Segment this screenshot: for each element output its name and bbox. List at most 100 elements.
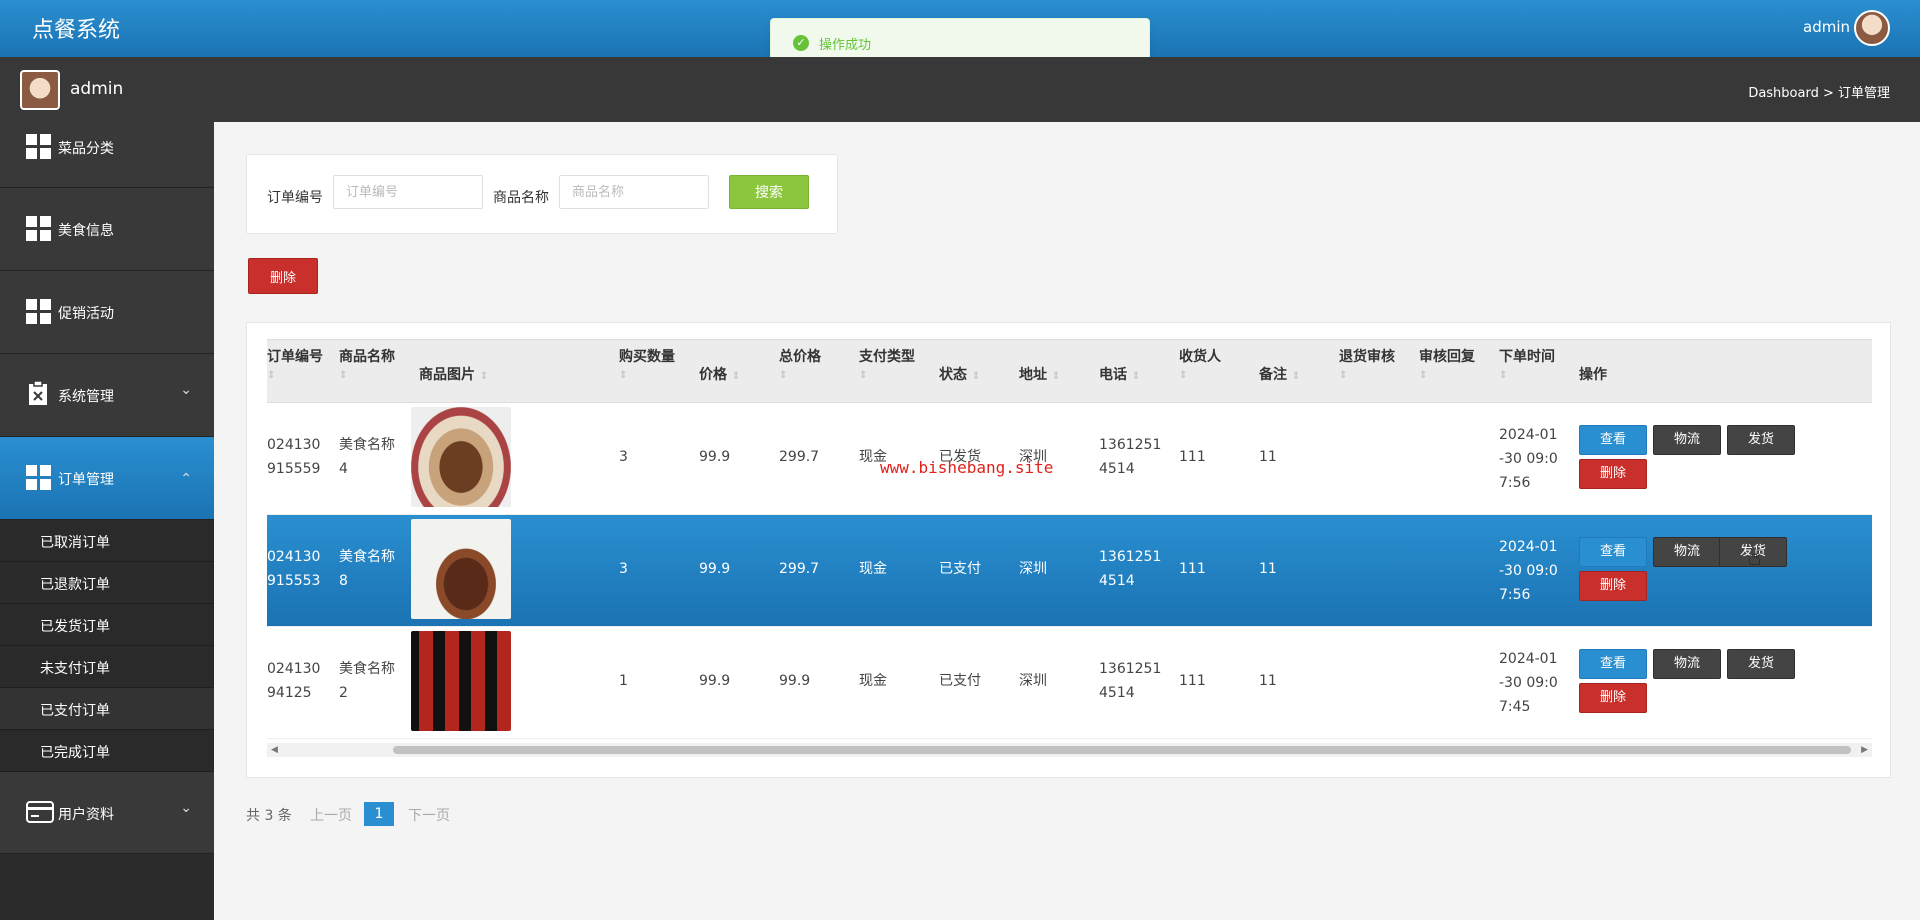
sidebar-subitem-unpaid[interactable]: 未支付订单: [0, 646, 214, 688]
view-button[interactable]: 查看: [1579, 649, 1647, 679]
chevron-down-icon: ⌄: [180, 382, 192, 398]
col-receiver[interactable]: 收货人 ⇕: [1179, 346, 1221, 382]
price-cell: 99.9: [699, 673, 731, 689]
sidebar-subitem-cancelled[interactable]: 已取消订单: [0, 520, 214, 562]
view-button[interactable]: 查看: [1579, 537, 1647, 567]
sidebar-username: admin: [70, 79, 124, 99]
goods-name-cell: 美食名称 4: [339, 437, 395, 477]
remark-cell: 11: [1259, 561, 1277, 577]
grid-icon: [26, 465, 51, 490]
sidebar-subitem-completed[interactable]: 已完成订单: [0, 730, 214, 772]
sidebar-item-label: 系统管理: [58, 389, 114, 405]
table-row[interactable]: 024130 915553 美食名称 8 3 99.9 299.7 现金 已支付 深…: [267, 515, 1872, 627]
table-row[interactable]: 024130 915559 美食名称 4 3 99.9 299.7 现金 已发货 深…: [267, 403, 1872, 515]
total-cell: 99.9: [779, 673, 811, 689]
col-phone[interactable]: 电话 ⇕: [1099, 364, 1140, 384]
goods-name-input[interactable]: [559, 175, 709, 209]
ship-button[interactable]: 发货: [1727, 649, 1795, 679]
sidebar-subitem-shipped[interactable]: 已发货订单: [0, 604, 214, 646]
sidebar-item-system[interactable]: 系统管理 ⌄: [0, 354, 214, 437]
batch-delete-button[interactable]: 删除: [248, 258, 318, 294]
search-button[interactable]: 搜索: [729, 175, 809, 209]
goods-name-label: 商品名称: [493, 190, 549, 206]
receiver-cell: 111: [1179, 673, 1206, 689]
col-actions: 操作: [1579, 367, 1607, 383]
main-content: 订单编号 商品名称 搜索 删除 订单编号⇕ 商品名称⇕ 商品图片 ⇕ 购买数量⇕…: [214, 122, 1920, 920]
col-goods-image[interactable]: 商品图片 ⇕: [419, 364, 488, 384]
grid-icon: [26, 216, 51, 241]
col-quantity[interactable]: 购买数量 ⇕: [619, 346, 675, 382]
sidebar-subitem-paid[interactable]: 已支付订单: [0, 688, 214, 730]
view-button[interactable]: 查看: [1579, 425, 1647, 455]
order-no-cell: 024130 915553: [267, 549, 321, 589]
hand-cursor-icon: ☝: [1748, 546, 1762, 571]
col-review-reply[interactable]: 审核回复 ⇕: [1419, 346, 1475, 382]
col-order-no[interactable]: 订单编号 ⇕: [267, 346, 323, 382]
col-total[interactable]: 总价格 ⇕: [779, 346, 821, 382]
breadcrumb[interactable]: Dashboard > 订单管理: [1748, 82, 1890, 101]
delete-button[interactable]: 删除: [1579, 459, 1647, 489]
logistics-button[interactable]: 物流: [1653, 425, 1721, 455]
ship-button[interactable]: 发货: [1727, 425, 1795, 455]
quantity-cell: 1: [619, 673, 628, 689]
order-time-cell: 2024-01 -30 09:0 7:45: [1499, 651, 1558, 715]
scroll-left-icon[interactable]: ◀: [271, 743, 278, 757]
col-pay-type[interactable]: 支付类型 ⇕: [859, 346, 915, 382]
sort-icon: ⇕: [619, 370, 628, 381]
pay-type-cell: 现金: [859, 673, 887, 689]
phone-cell: 1361251 4514: [1099, 437, 1162, 477]
table-row[interactable]: 024130 94125 美食名称 2 1 99.9 99.9 现金 已支付 深圳 …: [267, 627, 1872, 739]
sidebar-item-label: 菜品分类: [58, 141, 114, 157]
scrollbar-thumb[interactable]: [393, 746, 1851, 754]
sidebar-item-promotion[interactable]: 促销活动: [0, 271, 214, 354]
sidebar-item-orders[interactable]: 订单管理 ⌃: [0, 437, 214, 520]
col-address[interactable]: 地址 ⇕: [1019, 364, 1060, 384]
prev-page-button[interactable]: 上一页: [310, 805, 352, 825]
avatar: [20, 70, 60, 110]
col-price[interactable]: 价格 ⇕: [699, 364, 740, 384]
sidebar-item-food-info[interactable]: 美食信息: [0, 188, 214, 271]
goods-name-cell: 美食名称 8: [339, 549, 395, 589]
clipboard-icon: [26, 380, 50, 405]
delete-button[interactable]: 删除: [1579, 683, 1647, 713]
toast-message: 操作成功: [819, 38, 872, 53]
sort-icon: ⇕: [267, 370, 276, 381]
header-avatar[interactable]: [1854, 10, 1890, 46]
horizontal-scrollbar[interactable]: ◀ ▶: [267, 743, 1872, 757]
col-remark[interactable]: 备注 ⇕: [1259, 364, 1300, 384]
price-cell: 99.9: [699, 449, 731, 465]
order-no-input[interactable]: [333, 175, 483, 209]
logistics-button[interactable]: 物流: [1653, 649, 1721, 679]
next-page-button[interactable]: 下一页: [408, 805, 450, 825]
total-cell: 299.7: [779, 561, 820, 577]
status-cell: 已支付: [939, 561, 981, 577]
sidebar-item-dish-category[interactable]: 菜品分类: [0, 122, 214, 188]
app-title: 点餐系统: [32, 18, 121, 43]
sidebar-item-label: 订单管理: [58, 472, 114, 488]
order-no-cell: 024130 915559: [267, 437, 321, 477]
sidebar-item-label: 用户资料: [58, 807, 114, 823]
scroll-right-icon[interactable]: ▶: [1861, 743, 1868, 757]
food-image: [411, 519, 511, 619]
phone-cell: 1361251 4514: [1099, 549, 1162, 589]
header-username[interactable]: admin: [1803, 18, 1850, 36]
chevron-up-icon: ⌃: [180, 471, 192, 487]
col-order-time[interactable]: 下单时间 ⇕: [1499, 346, 1555, 382]
receiver-cell: 111: [1179, 561, 1206, 577]
pay-type-cell: 现金: [859, 561, 887, 577]
total-cell: 299.7: [779, 449, 820, 465]
sidebar-subitem-refunded[interactable]: 已退款订单: [0, 562, 214, 604]
food-image: [411, 407, 511, 507]
sidebar-item-user-profile[interactable]: 用户资料 ⌄: [0, 772, 214, 854]
col-goods-name[interactable]: 商品名称 ⇕: [339, 346, 395, 382]
col-status[interactable]: 状态 ⇕: [939, 364, 980, 384]
sidebar-item-label: 美食信息: [58, 223, 114, 239]
card-icon: [26, 800, 54, 824]
search-panel: 订单编号 商品名称 搜索: [246, 154, 838, 234]
logistics-button[interactable]: 物流: [1653, 537, 1721, 567]
delete-button[interactable]: 删除: [1579, 571, 1647, 601]
col-return-review[interactable]: 退货审核 ⇕: [1339, 346, 1395, 382]
sidebar-item-label: 促销活动: [58, 306, 114, 322]
current-page[interactable]: 1: [364, 802, 394, 826]
sort-icon: ⇕: [479, 371, 489, 382]
